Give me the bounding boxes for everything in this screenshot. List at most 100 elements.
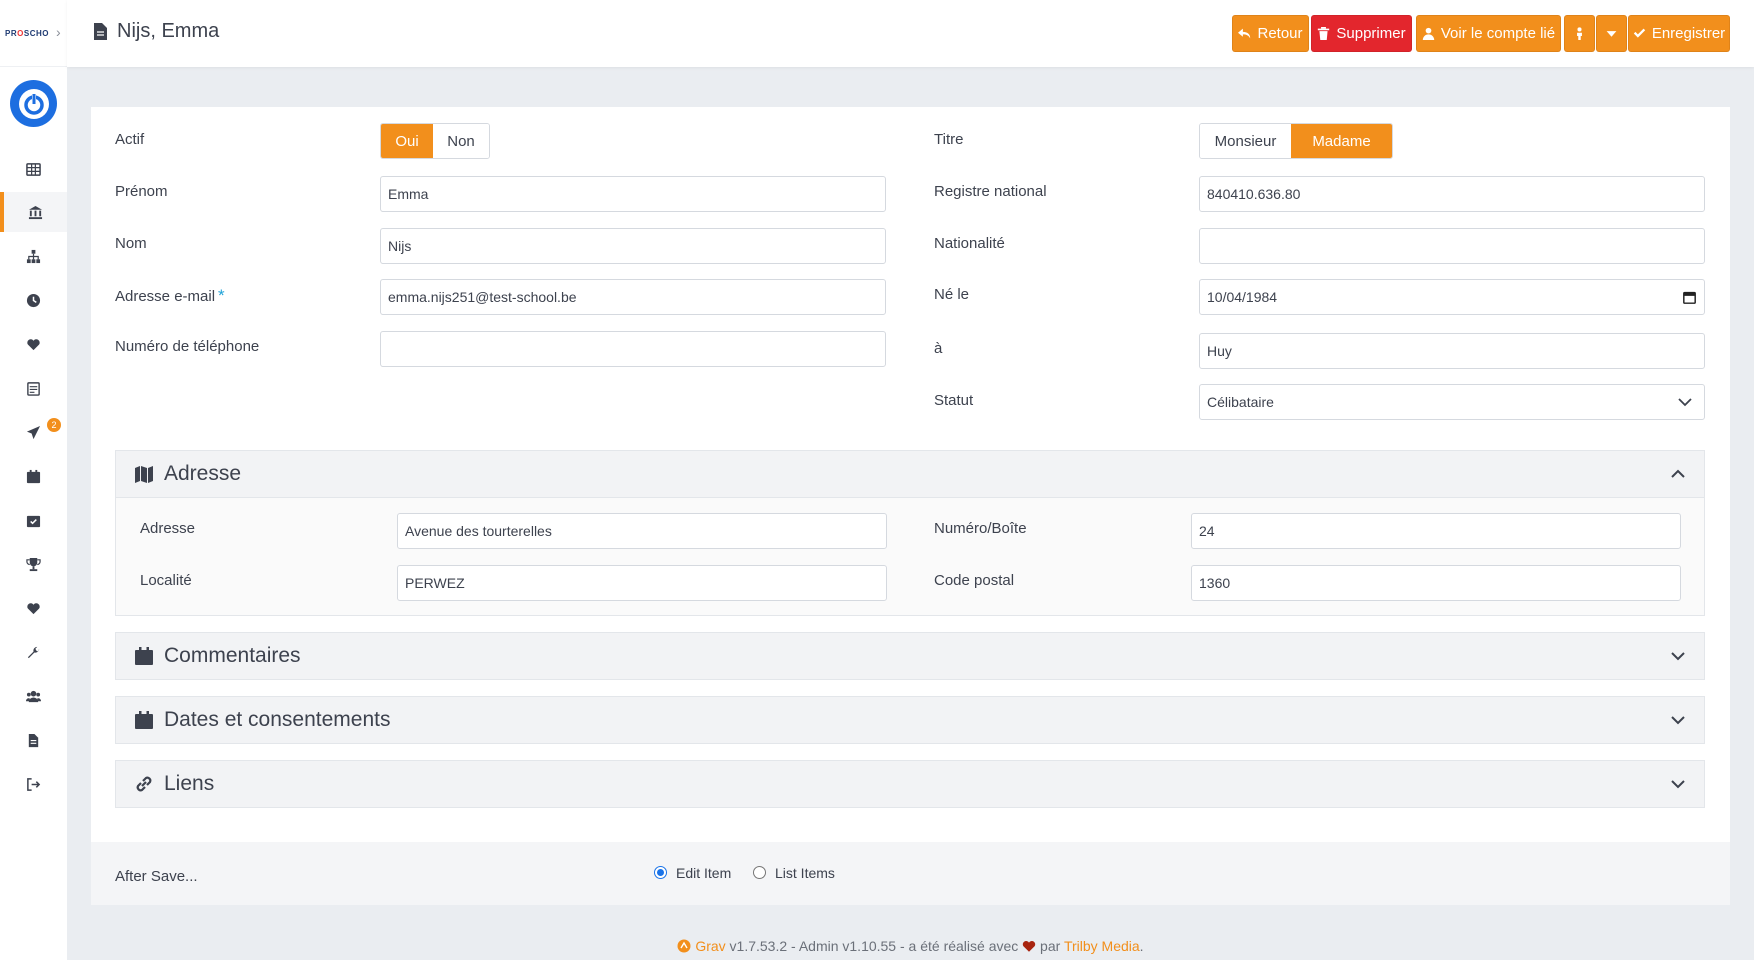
footer-version-text: v1.7.53.2 - Admin v1.10.55 - a été réali…	[725, 938, 1023, 954]
sidebar-item-calendar-list[interactable]	[0, 368, 67, 408]
links-section-header[interactable]: Liens	[116, 761, 1704, 807]
birthplace-label: à	[934, 340, 943, 357]
trilby-media-link[interactable]: Trilby Media	[1064, 938, 1140, 954]
title-toggle: Monsieur Madame	[1199, 123, 1393, 159]
reply-icon	[1238, 28, 1251, 39]
grav-link[interactable]: Grav	[695, 938, 725, 954]
list-items-radio-label[interactable]: List Items	[775, 865, 835, 881]
paper-plane-icon	[26, 425, 41, 439]
firstname-input[interactable]: Emma	[380, 176, 886, 212]
nationality-input[interactable]	[1199, 228, 1705, 264]
child-icon	[1577, 27, 1582, 40]
file-icon	[28, 733, 39, 747]
heart-icon	[27, 602, 40, 614]
phone-input[interactable]	[380, 331, 886, 367]
after-save-bar: After Save... Edit Item List Items	[91, 842, 1730, 905]
phone-label: Numéro de téléphone	[115, 338, 260, 355]
sidebar-item-tasks[interactable]	[0, 500, 67, 540]
chevron-down-icon[interactable]	[1670, 712, 1686, 728]
clock-icon	[26, 293, 41, 307]
links-section[interactable]: Liens	[115, 760, 1705, 808]
page-title: Nijs, Emma	[117, 20, 220, 42]
title-madame-option[interactable]: Madame	[1291, 124, 1392, 158]
delete-button-label: Supprimer	[1336, 25, 1406, 42]
chevron-down-icon[interactable]	[1670, 776, 1686, 792]
sidebar-item-likes[interactable]	[0, 588, 67, 628]
email-input[interactable]: emma.nijs251@test-school.be	[380, 279, 886, 315]
topbar: Nijs, Emma Retour Supprimer Voir le comp…	[67, 0, 1754, 67]
email-label: Adresse e-mail *	[115, 286, 225, 306]
sidebar-item-documents[interactable]	[0, 720, 67, 760]
more-dropdown-button[interactable]	[1596, 15, 1627, 52]
birthplace-input[interactable]: Huy	[1199, 333, 1705, 369]
edit-item-radio[interactable]	[654, 866, 667, 879]
power-logo-icon[interactable]	[10, 80, 57, 127]
delete-button[interactable]: Supprimer	[1311, 15, 1412, 52]
calendar-icon	[26, 469, 41, 483]
active-no-option[interactable]: Non	[433, 124, 489, 158]
address-section: Adresse Adresse Avenue des tourterelles …	[115, 450, 1705, 616]
sidebar-item-awards[interactable]	[0, 544, 67, 584]
sidebar-item-messages[interactable]: 2	[0, 412, 67, 452]
street-input[interactable]: Avenue des tourterelles	[397, 513, 887, 549]
linked-account-button[interactable]: Voir le compte lié	[1416, 15, 1561, 52]
title-label: Titre	[934, 131, 964, 148]
link-icon	[136, 776, 152, 792]
save-button[interactable]: Enregistrer	[1628, 15, 1730, 52]
status-select[interactable]: Célibataire	[1199, 384, 1705, 420]
dates-section-header[interactable]: Dates et consentements	[116, 697, 1704, 743]
list-items-radio[interactable]	[753, 866, 766, 879]
file-icon	[94, 23, 107, 40]
caret-down-icon	[1606, 31, 1617, 37]
calendar-check-icon	[26, 515, 41, 527]
birthdate-input[interactable]: 10/04/1984	[1199, 279, 1705, 315]
sidebar-item-dashboard[interactable]	[0, 149, 67, 189]
trophy-icon	[26, 557, 41, 571]
sitemap-icon	[26, 249, 41, 263]
footer: Grav v1.7.53.2 - Admin v1.10.55 - a été …	[67, 938, 1754, 954]
title-monsieur-option[interactable]: Monsieur	[1200, 124, 1291, 158]
number-input[interactable]: 24	[1191, 513, 1681, 549]
address-section-header[interactable]: Adresse	[116, 451, 1704, 497]
linked-account-button-label: Voir le compte lié	[1440, 25, 1556, 42]
sidebar-item-users[interactable]	[0, 676, 67, 716]
national-register-input[interactable]: 840410.636.80	[1199, 176, 1705, 212]
chevron-up-icon[interactable]	[1670, 466, 1686, 482]
address-section-title: Adresse	[164, 462, 242, 485]
sidebar-item-history[interactable]	[0, 280, 67, 320]
city-input[interactable]: PERWEZ	[397, 565, 887, 601]
calendar-picker-icon[interactable]	[1683, 291, 1696, 304]
calendar-icon	[135, 711, 153, 729]
comments-section-header[interactable]: Commentaires	[116, 633, 1704, 679]
sidebar-item-favorites[interactable]	[0, 324, 67, 364]
sidebar-item-tools[interactable]	[0, 632, 67, 672]
active-yes-option[interactable]: Oui	[381, 124, 433, 158]
sidebar-item-agenda[interactable]	[0, 456, 67, 496]
chevron-down-icon	[1678, 398, 1692, 407]
heart-icon	[1022, 940, 1036, 952]
chevron-down-icon[interactable]	[1670, 648, 1686, 664]
sidebar-toggle[interactable]: ›	[56, 24, 61, 40]
footer-end: .	[1139, 938, 1144, 954]
address-section-body: Adresse Avenue des tourterelles Localité…	[116, 497, 1704, 615]
active-label: Actif	[115, 131, 145, 148]
sidebar-item-logout[interactable]	[0, 764, 67, 804]
sidebar-item-structure[interactable]	[0, 236, 67, 276]
lastname-input[interactable]: Nijs	[380, 228, 886, 264]
street-label: Adresse	[140, 520, 196, 537]
email-label-text: Adresse e-mail	[115, 288, 216, 305]
proschool-logo: PROSCHOOL	[5, 28, 49, 38]
wrench-icon	[27, 646, 40, 658]
zip-input[interactable]: 1360	[1191, 565, 1681, 601]
back-button[interactable]: Retour	[1232, 15, 1309, 52]
dates-section[interactable]: Dates et consentements	[115, 696, 1705, 744]
comments-section[interactable]: Commentaires	[115, 632, 1705, 680]
edit-form-card: Actif Oui Non Prénom Emma Nom Nijs Adres…	[91, 107, 1730, 905]
trash-icon	[1318, 27, 1330, 40]
child-button[interactable]	[1564, 15, 1595, 52]
sidebar-item-school[interactable]	[0, 192, 67, 232]
nationality-label: Nationalité	[934, 235, 1005, 252]
lastname-label: Nom	[115, 235, 147, 252]
edit-item-radio-label[interactable]: Edit Item	[676, 865, 731, 881]
birthdate-value: 10/04/1984	[1207, 289, 1278, 305]
